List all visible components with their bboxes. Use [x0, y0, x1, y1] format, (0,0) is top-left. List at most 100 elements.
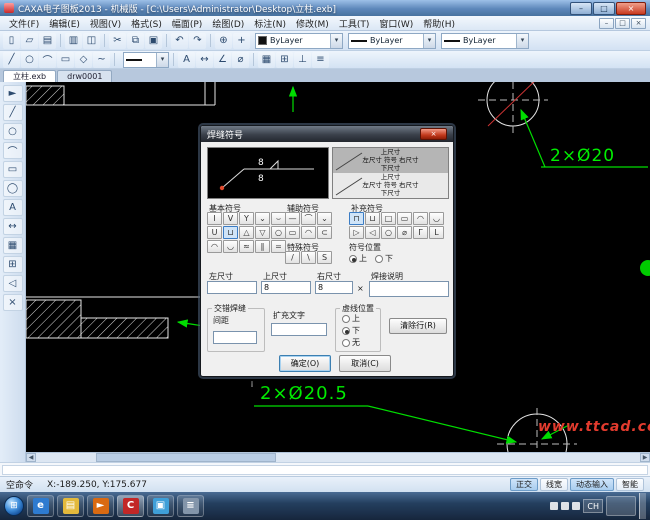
line-icon[interactable]: ╱	[3, 52, 20, 68]
aux-symbol-button[interactable]: ▭	[285, 226, 300, 239]
dynamic-input-toggle[interactable]: 动态输入	[570, 478, 614, 491]
menu-window[interactable]: 窗口(W)	[374, 16, 418, 31]
ortho-toggle[interactable]: 正交	[510, 478, 538, 491]
lineweight-combo[interactable]: ByLayer ▾	[441, 33, 529, 49]
polygon-icon[interactable]: ◇	[75, 52, 92, 68]
tray-icon[interactable]	[550, 502, 558, 510]
basic-symbol-button[interactable]: =	[271, 240, 286, 253]
circle-icon[interactable]: ○	[21, 52, 38, 68]
format-option-bottom[interactable]: 上尺寸 左尺寸 符号 右尺寸 下尺寸	[333, 173, 448, 198]
aux-symbol-button[interactable]: —	[285, 212, 300, 225]
menu-file[interactable]: 文件(F)	[4, 16, 44, 31]
extend-text-input[interactable]	[271, 323, 327, 336]
supp-symbol-button[interactable]: ◠	[413, 212, 428, 225]
chevron-down-icon[interactable]: ▾	[330, 34, 342, 48]
chevron-down-icon[interactable]: ▾	[423, 34, 435, 48]
dimension-icon[interactable]: ↔	[196, 52, 213, 68]
rect-icon[interactable]: ▭	[3, 161, 23, 178]
basic-symbol-button[interactable]: Y	[239, 212, 254, 225]
spacing-input[interactable]	[213, 331, 257, 344]
basic-symbol-button[interactable]: ◠	[207, 240, 222, 253]
basic-symbol-button-selected[interactable]: ⊔	[223, 226, 238, 239]
scroll-right-icon[interactable]: ▶	[640, 453, 650, 462]
format-selector[interactable]: 上尺寸 左尺寸 符号 右尺寸 下尺寸 上尺寸 左尺寸 符号 右尺寸 下尺寸	[332, 147, 449, 199]
supp-symbol-button[interactable]: L	[429, 226, 444, 239]
layer-icon[interactable]: ≡	[312, 52, 329, 68]
cut-icon[interactable]: ✂	[109, 33, 126, 49]
supp-symbol-button[interactable]: ◡	[429, 212, 444, 225]
basic-symbol-button[interactable]: U	[207, 226, 222, 239]
circle-icon[interactable]: ○	[3, 123, 23, 140]
arc-icon[interactable]: ⌒	[3, 142, 23, 159]
dash-bottom-radio[interactable]: 下	[342, 325, 360, 336]
save-icon[interactable]: ▤	[39, 33, 56, 49]
basic-symbol-button[interactable]: ⌣	[271, 212, 286, 225]
grid-icon[interactable]: ⊞	[276, 52, 293, 68]
pan-icon[interactable]: +	[233, 33, 250, 49]
chevron-down-icon[interactable]: ▾	[516, 34, 528, 48]
right-dim-input[interactable]	[315, 281, 353, 294]
basic-symbol-button[interactable]: ≈	[239, 240, 254, 253]
dash-top-radio[interactable]: 上	[342, 313, 360, 324]
menu-help[interactable]: 帮助(H)	[418, 16, 460, 31]
start-button[interactable]: ⊞	[4, 496, 24, 516]
print-icon[interactable]: ▥	[65, 33, 82, 49]
erase-icon[interactable]: ×	[3, 294, 23, 311]
menu-format[interactable]: 格式(S)	[126, 16, 167, 31]
tab-lizhu-exb[interactable]: 立柱.exb	[3, 70, 56, 82]
undo-icon[interactable]: ↶	[171, 33, 188, 49]
mdi-close-button[interactable]: ×	[631, 18, 646, 29]
aux-symbol-button[interactable]: ◠	[301, 226, 316, 239]
language-indicator[interactable]: CH	[583, 499, 603, 513]
angle-dim-icon[interactable]: ∠	[214, 52, 231, 68]
print-preview-icon[interactable]: ◫	[83, 33, 100, 49]
hatch-icon[interactable]: ▦	[3, 237, 23, 254]
open-icon[interactable]: ▱	[21, 33, 38, 49]
spline-icon[interactable]: ~	[93, 52, 110, 68]
text-icon[interactable]: A	[3, 199, 23, 216]
top-dim-input[interactable]	[261, 281, 311, 294]
diameter-dim-icon[interactable]: ⌀	[232, 52, 249, 68]
basic-symbol-button[interactable]: △	[239, 226, 254, 239]
mdi-restore-button[interactable]: □	[615, 18, 630, 29]
basic-symbol-button[interactable]: ▽	[255, 226, 270, 239]
line-icon[interactable]: ╱	[3, 104, 23, 121]
explorer-icon[interactable]: ▤	[57, 495, 84, 517]
supp-symbol-button[interactable]: □	[381, 212, 396, 225]
tray-icon[interactable]	[572, 502, 580, 510]
smart-snap-toggle[interactable]: 智能	[616, 478, 644, 491]
dialog-title-bar[interactable]: 焊缝符号 ×	[201, 126, 453, 142]
left-dim-input[interactable]	[207, 281, 257, 294]
format-option-top[interactable]: 上尺寸 左尺寸 符号 右尺寸 下尺寸	[333, 148, 448, 173]
arc-icon[interactable]: ⌒	[39, 52, 56, 68]
aux-symbol-button[interactable]: ⊂	[317, 226, 332, 239]
basic-symbol-button[interactable]: ○	[271, 226, 286, 239]
basic-symbol-button[interactable]: I	[207, 212, 222, 225]
scroll-left-icon[interactable]: ◀	[26, 453, 36, 462]
menu-dimension[interactable]: 标注(N)	[249, 16, 291, 31]
ie-icon[interactable]: e	[27, 495, 54, 517]
mirror-icon[interactable]: ◁	[3, 275, 23, 292]
special-symbol-button[interactable]: /	[285, 251, 300, 264]
ok-button[interactable]: 确定(O)	[279, 355, 331, 372]
mdi-minimize-button[interactable]: –	[599, 18, 614, 29]
supp-symbol-button[interactable]: ⊔	[365, 212, 380, 225]
menu-modify[interactable]: 修改(M)	[291, 16, 334, 31]
array-icon[interactable]: ⊞	[3, 256, 23, 273]
media-player-icon[interactable]: ►	[87, 495, 114, 517]
new-icon[interactable]: ▯	[3, 33, 20, 49]
dim-icon[interactable]: ↔	[3, 218, 23, 235]
tray-icon[interactable]	[561, 502, 569, 510]
tab-drw0001[interactable]: drw0001	[57, 70, 112, 82]
zoom-in-icon[interactable]: ⊕	[215, 33, 232, 49]
ellipse-icon[interactable]: ◯	[3, 180, 23, 197]
special-symbol-button[interactable]: \	[301, 251, 316, 264]
redo-icon[interactable]: ↷	[189, 33, 206, 49]
aux-symbol-button[interactable]: ⌄	[317, 212, 332, 225]
close-button[interactable]: ×	[616, 2, 646, 15]
select-icon[interactable]: ►	[3, 85, 23, 102]
minimize-button[interactable]: –	[570, 2, 592, 15]
position-bottom-radio[interactable]: 下	[375, 253, 393, 264]
menu-edit[interactable]: 编辑(E)	[44, 16, 85, 31]
supp-symbol-button[interactable]: Γ	[413, 226, 428, 239]
